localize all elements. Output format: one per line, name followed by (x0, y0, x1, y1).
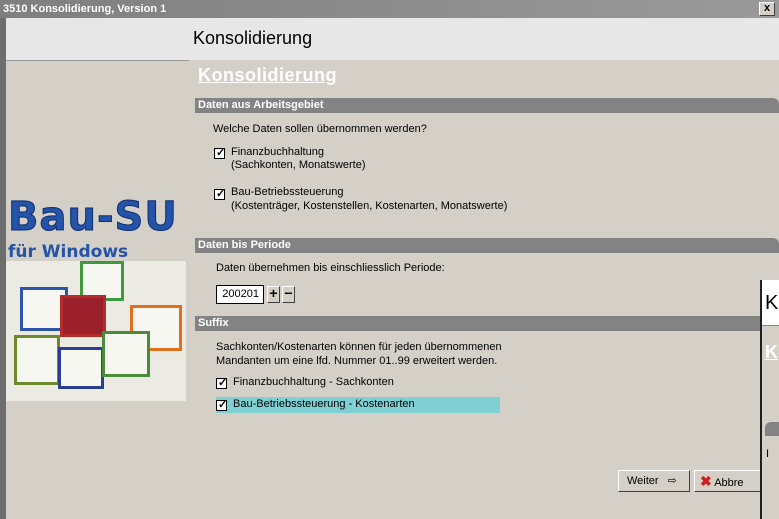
cancel-button-label: Abbre (714, 477, 744, 489)
module-tile-icon (14, 335, 60, 385)
module-collage-image (6, 261, 186, 401)
bau-betriebssteuerung-label: Bau-Betriebssteuerung (231, 186, 344, 198)
suffix-text-line2: Mandanten um eine lfd. Nummer 01..99 erw… (216, 355, 498, 367)
bau-betriebssteuerung-checkbox[interactable] (214, 187, 225, 200)
dialog-header: Konsolidierung (6, 18, 779, 60)
period-prompt: Daten übernehmen bis einschliesslich Per… (216, 262, 445, 274)
next-button-label: Weiter (627, 475, 659, 487)
background-window-text-letter: I (766, 448, 770, 460)
finanzbuchhaltung-checkbox[interactable] (214, 146, 225, 159)
main-window: Konsolidierung Bau-SU für Windows Konsol… (0, 18, 779, 519)
module-tile-icon (102, 331, 150, 377)
close-button[interactable]: x (759, 2, 775, 16)
module-tile-icon (60, 295, 106, 337)
logo-subtitle: für Windows (8, 242, 129, 262)
window-title: 3510 Konsolidierung, Version 1 (3, 3, 167, 15)
kostenarten-suffix-label: Bau-Betriebssteuerung - Kostenarten (233, 398, 415, 410)
arrow-right-icon: ⇨ (667, 475, 677, 487)
finanzbuchhaltung-detail: (Sachkonten, Monatswerte) (231, 159, 366, 171)
period-input[interactable]: 200201 (216, 285, 264, 304)
module-tile-icon (58, 347, 104, 389)
background-window-title-letter: K (765, 292, 779, 314)
next-button[interactable]: Weiter ⇨ (618, 470, 690, 492)
suffix-text-line1: Sachkonten/Kostenarten können für jeden … (216, 341, 502, 353)
close-x-icon: ✖ (700, 473, 712, 489)
background-window-heading-letter: K (765, 342, 778, 362)
bau-betriebssteuerung-detail: (Kostenträger, Kostenstellen, Kostenarte… (231, 200, 508, 212)
section-header-daten-aus-arbeitsgebiet: Daten aus Arbeitsgebiet (195, 98, 779, 113)
period-decrement-button[interactable]: − (282, 286, 295, 303)
dialog-title: Konsolidierung (193, 28, 313, 48)
left-panel: Bau-SU für Windows (6, 60, 189, 519)
finanzbuchhaltung-label: Finanzbuchhaltung (231, 146, 324, 158)
bau-su-logo: Bau-SU für Windows (8, 194, 188, 263)
section-header-daten-bis-periode: Daten bis Periode (195, 238, 779, 253)
window-titlebar: 3510 Konsolidierung, Version 1 x (0, 0, 779, 18)
period-increment-button[interactable]: + (267, 286, 280, 303)
section-header-suffix: Suffix (195, 316, 779, 331)
data-question: Welche Daten sollen übernommen werden? (213, 123, 427, 135)
background-window-header: K (762, 280, 779, 326)
sachkonten-suffix-checkbox[interactable] (216, 376, 227, 389)
background-window-section-bar (765, 422, 779, 436)
background-window-fragment: K K I (760, 280, 779, 519)
content-area: Konsolidierung Daten aus Arbeitsgebiet W… (189, 60, 779, 519)
close-icon: x (763, 2, 771, 14)
kostenarten-suffix-checkbox[interactable] (216, 398, 227, 411)
sachkonten-suffix-label: Finanzbuchhaltung - Sachkonten (233, 376, 394, 388)
page-heading: Konsolidierung (198, 65, 337, 85)
logo-name: Bau-SU (8, 194, 178, 241)
